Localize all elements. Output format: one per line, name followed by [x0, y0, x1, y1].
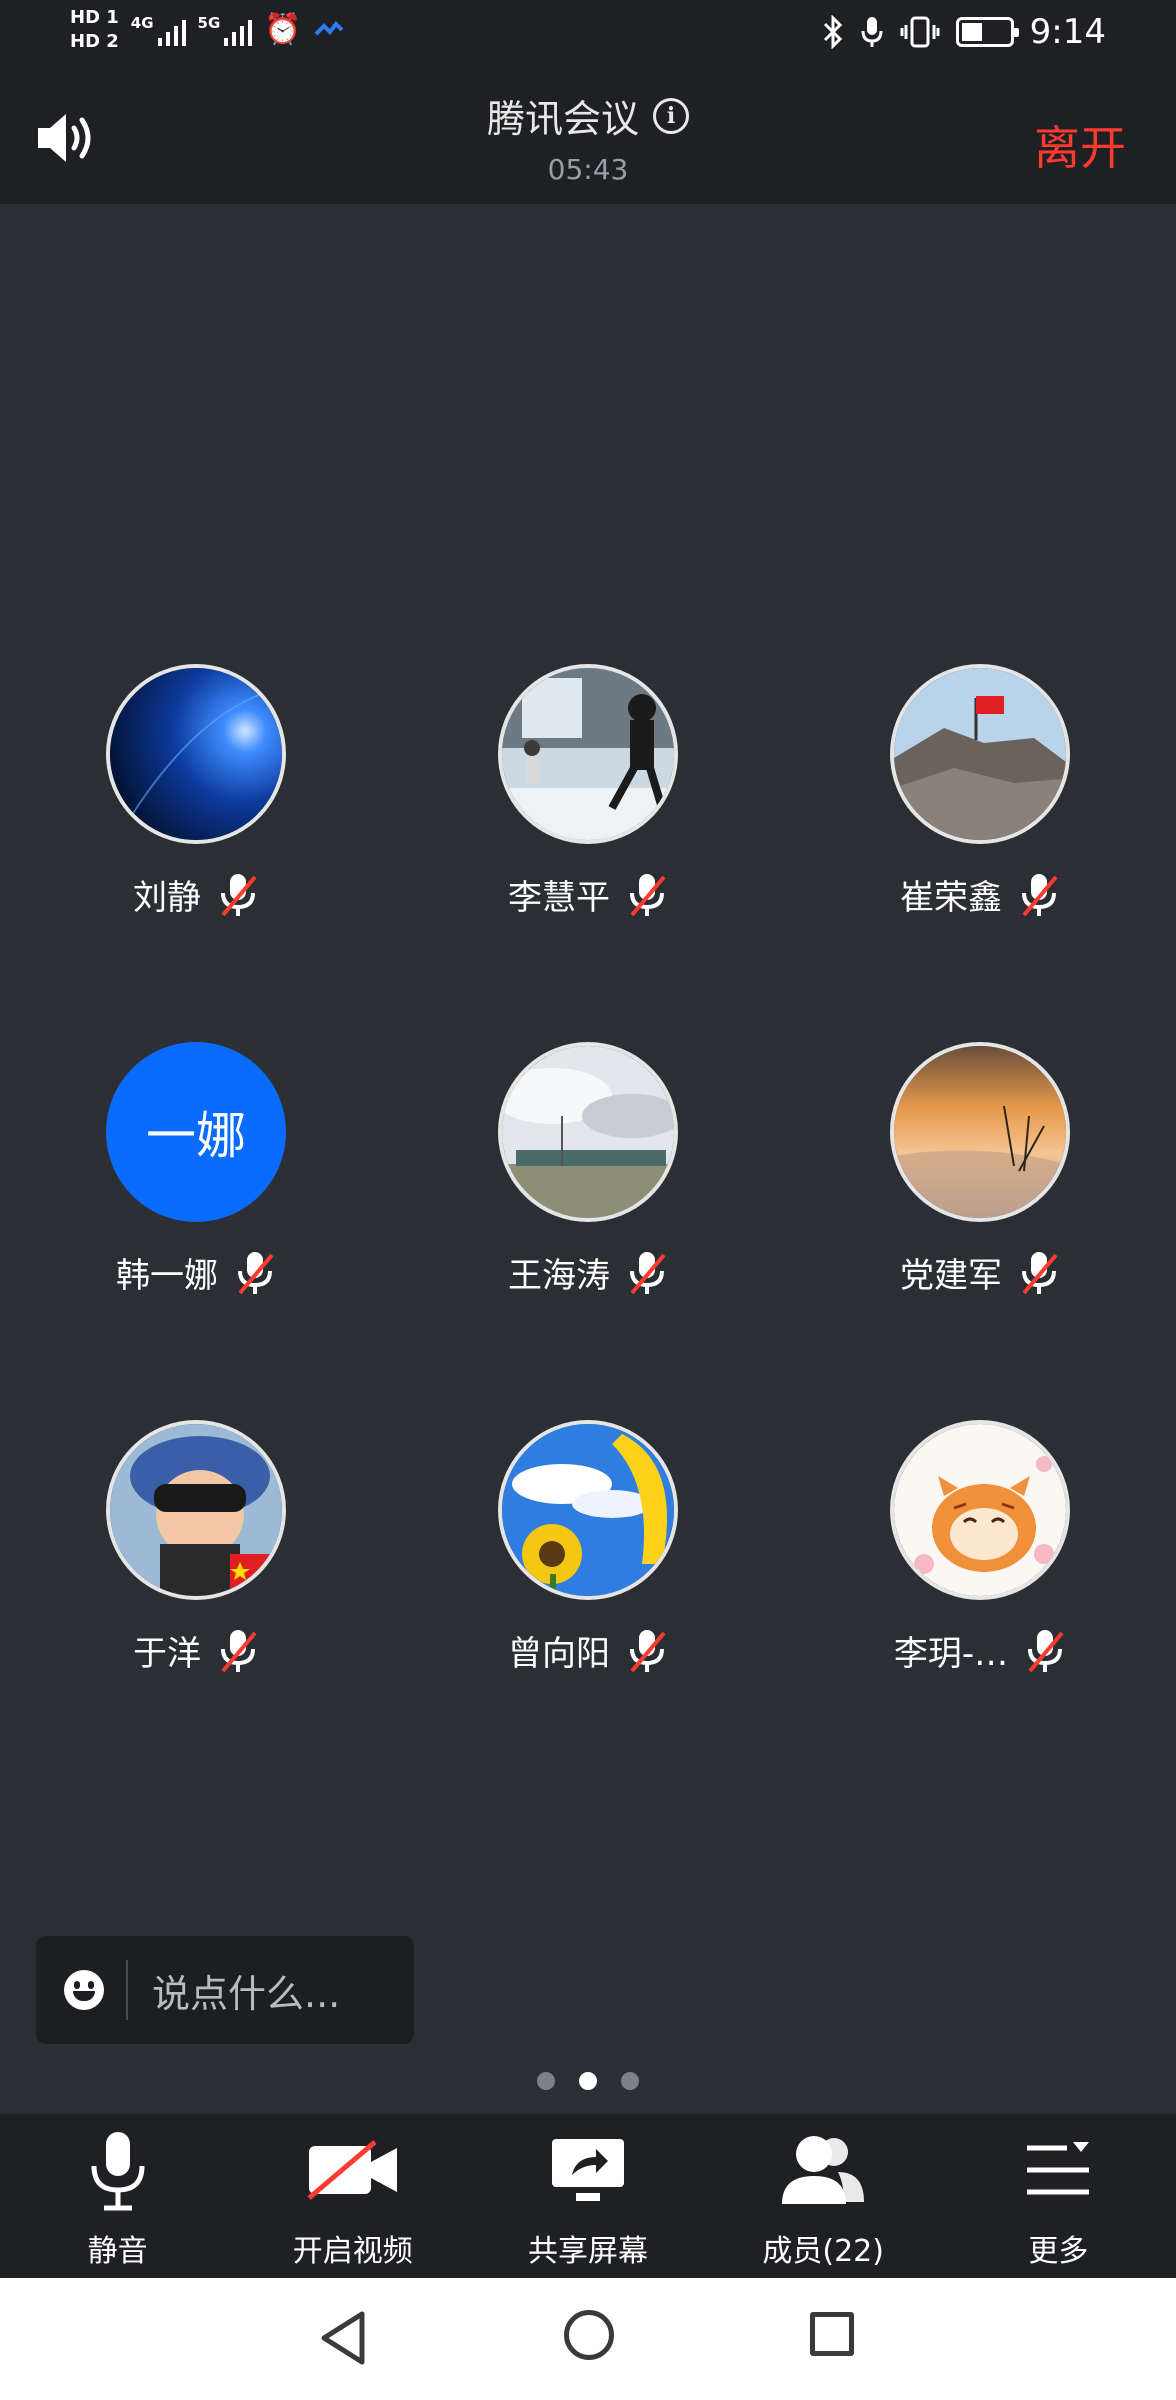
- participant-name: 崔荣鑫: [900, 878, 1002, 918]
- participant-name: 韩一娜: [116, 1256, 218, 1296]
- network1-label: 4G: [130, 14, 154, 32]
- sim2-label: HD 2: [70, 31, 119, 52]
- avatar: [890, 1042, 1070, 1222]
- mic-muted-icon: [1022, 873, 1058, 916]
- participant-tile[interactable]: 刘静: [0, 660, 392, 980]
- mic-muted-icon: [630, 1251, 666, 1294]
- start-video-label: 开启视频: [292, 2234, 413, 2269]
- page-dot[interactable]: [621, 2072, 639, 2090]
- meeting-toolbar: 静音 开启视频 共享屏幕 成员(22) 更多: [0, 2114, 1176, 2278]
- mic-muted-icon: [221, 873, 257, 916]
- participant-name: 于洋: [133, 1634, 201, 1674]
- avatar: [890, 664, 1070, 844]
- mic-muted-icon: [221, 1629, 257, 1672]
- sim1-label: HD 1: [70, 7, 119, 28]
- video-off-icon: [307, 2140, 397, 2200]
- participant-tile[interactable]: 于洋: [0, 1416, 392, 1736]
- participant-name: 李玥-…: [893, 1634, 1009, 1674]
- status-bar: HD 1 HD 2 4G 5G ⏰ 9:14: [0, 0, 1176, 72]
- avatar: [498, 1042, 678, 1222]
- members-label: 成员(22): [762, 2234, 884, 2269]
- avatar: [498, 1420, 678, 1600]
- members-button[interactable]: 成员(22): [706, 2114, 941, 2278]
- battery-icon: [955, 17, 1019, 47]
- mic-muted-icon: [1028, 1629, 1064, 1672]
- page-indicator: [0, 2072, 1176, 2090]
- more-label: 更多: [1028, 2234, 1089, 2269]
- mute-button[interactable]: 静音: [0, 2114, 235, 2278]
- network2-label: 5G: [197, 14, 221, 32]
- system-navigation-bar: [0, 2278, 1176, 2400]
- recent-apps-icon[interactable]: [810, 2312, 854, 2356]
- vibrate-icon: [900, 16, 940, 48]
- emoji-icon[interactable]: [64, 1970, 104, 2010]
- mic-muted-icon: [1022, 1251, 1058, 1294]
- chat-input[interactable]: 说点什么...: [36, 1936, 414, 2044]
- participant-name: 曾向阳: [508, 1634, 610, 1674]
- share-screen-icon: [551, 2139, 624, 2201]
- mute-label: 静音: [87, 2234, 148, 2269]
- participant-name: 李慧平: [508, 878, 610, 918]
- app-notification-icon: [314, 20, 344, 36]
- participant-tile[interactable]: 李玥-…: [784, 1416, 1176, 1736]
- participant-tile[interactable]: 崔荣鑫: [784, 660, 1176, 980]
- participant-tile[interactable]: 曾向阳: [392, 1416, 784, 1736]
- participant-tile[interactable]: 党建军: [784, 1038, 1176, 1358]
- avatar: [106, 1420, 286, 1600]
- page-dot[interactable]: [537, 2072, 555, 2090]
- chat-placeholder: 说点什么...: [152, 1971, 341, 2016]
- leave-button[interactable]: 离开: [1034, 112, 1126, 178]
- share-screen-label: 共享屏幕: [527, 2234, 648, 2269]
- avatar: [498, 664, 678, 844]
- avatar: [106, 664, 286, 844]
- signal-icon: 5G: [198, 14, 253, 46]
- participant-tile[interactable]: 王海涛: [392, 1038, 784, 1358]
- chat-divider: [126, 1960, 128, 2020]
- mic-muted-icon: [238, 1251, 274, 1294]
- status-time: 9:14: [1029, 12, 1106, 52]
- microphone-icon: [91, 2132, 145, 2211]
- signal-icon: 4G: [131, 14, 186, 46]
- page-dot-active[interactable]: [579, 2072, 597, 2090]
- back-icon[interactable]: [316, 2308, 370, 2368]
- more-button[interactable]: 更多: [941, 2114, 1176, 2278]
- meeting-title-text: 腾讯会议: [486, 97, 639, 141]
- meeting-timer: 05:43: [547, 153, 629, 186]
- meeting-header: 腾讯会议 i 05:43 离开: [0, 72, 1176, 204]
- alarm-icon: ⏰: [264, 12, 302, 47]
- avatar: 一娜: [106, 1042, 286, 1222]
- home-icon[interactable]: [564, 2310, 614, 2360]
- start-video-button[interactable]: 开启视频: [235, 2114, 470, 2278]
- avatar: [890, 1420, 1070, 1600]
- mic-status-icon: [861, 17, 883, 47]
- more-menu-icon: [1027, 2142, 1090, 2195]
- share-screen-button[interactable]: 共享屏幕: [470, 2114, 705, 2278]
- participant-name: 党建军: [900, 1256, 1002, 1296]
- participant-tile[interactable]: 李慧平: [392, 660, 784, 980]
- participant-tile[interactable]: 一娜 韩一娜: [0, 1038, 392, 1358]
- mic-muted-icon: [630, 1629, 666, 1672]
- participant-name: 刘静: [133, 878, 201, 918]
- participant-name: 王海涛: [508, 1256, 610, 1296]
- meeting-title[interactable]: 腾讯会议 i: [487, 88, 689, 143]
- bluetooth-icon: [823, 15, 842, 49]
- info-icon[interactable]: i: [653, 97, 689, 134]
- mic-muted-icon: [630, 873, 666, 916]
- members-icon: [782, 2136, 865, 2204]
